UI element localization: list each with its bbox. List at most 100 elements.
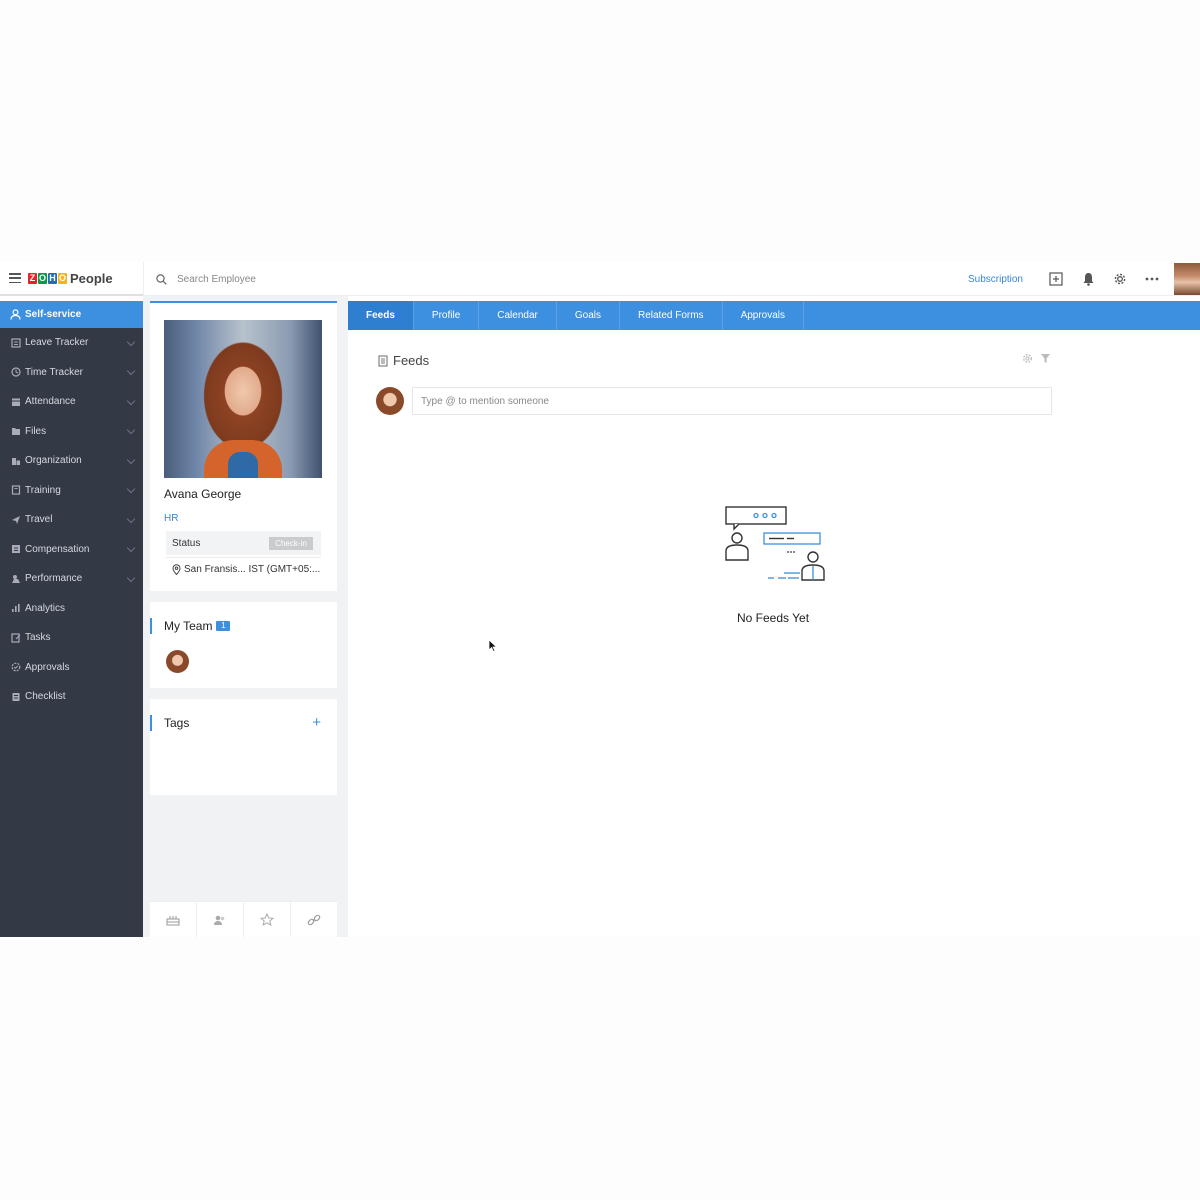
sidebar-item-label: Attendance xyxy=(25,396,76,408)
tasks-icon xyxy=(10,632,21,643)
location-row: San Fransis... IST (GMT+05:... xyxy=(166,557,321,581)
user-avatar[interactable] xyxy=(1174,263,1200,295)
sidebar-item-label: Files xyxy=(25,425,47,437)
main-content: Feeds Profile Calendar Goals Related For… xyxy=(348,301,1200,937)
search-bar xyxy=(143,262,543,296)
chevron-down-icon xyxy=(126,455,136,464)
tab-goals[interactable]: Goals xyxy=(557,301,620,330)
top-bar: Z O H O People Subscription xyxy=(0,262,1200,296)
post-composer xyxy=(376,387,1052,415)
sidebar-item-label: Organization xyxy=(25,455,82,467)
team-count-badge: 1 xyxy=(216,621,231,631)
composer-avatar xyxy=(376,387,404,415)
sidebar-item-training[interactable]: Training xyxy=(0,476,143,506)
empty-feeds-illustration xyxy=(725,506,825,581)
tags-card: Tags + xyxy=(150,699,337,795)
add-tag-button[interactable]: + xyxy=(312,715,321,731)
profile-bottom-bar xyxy=(150,901,337,937)
birthday-cake-icon[interactable] xyxy=(150,902,197,937)
location-pin-icon xyxy=(172,564,181,575)
feed-settings-icon[interactable] xyxy=(1022,353,1033,364)
zoho-logo-letter: Z xyxy=(28,272,37,284)
zoho-logo-letter: H xyxy=(48,272,57,284)
location-text: San Fransis... IST (GMT+05:... xyxy=(184,564,321,575)
bell-icon[interactable] xyxy=(1072,262,1104,296)
chevron-down-icon xyxy=(126,485,136,494)
sidebar-item-compensation[interactable]: Compensation xyxy=(0,535,143,565)
sidebar-item-label: Performance xyxy=(25,573,83,585)
money-icon xyxy=(10,544,21,555)
my-team-card: My Team 1 xyxy=(150,602,337,688)
top-right-actions: Subscription xyxy=(968,262,1200,296)
hamburger-menu-icon[interactable] xyxy=(9,273,21,283)
profile-card: Avana George HR Status Check-in San Fran… xyxy=(150,301,337,591)
chevron-down-icon xyxy=(126,514,136,523)
sidebar-item-analytics[interactable]: Analytics xyxy=(0,594,143,624)
sidebar-item-label: Travel xyxy=(25,514,53,526)
status-label: Status xyxy=(172,537,201,549)
feeds-header: Feeds xyxy=(378,353,429,368)
more-icon[interactable] xyxy=(1136,262,1168,296)
sidebar-item-label: Leave Tracker xyxy=(25,337,89,349)
bar-chart-icon xyxy=(10,603,21,614)
sidebar-item-approvals[interactable]: Approvals xyxy=(0,653,143,683)
search-input[interactable] xyxy=(177,273,477,285)
sidebar-item-time-tracker[interactable]: Time Tracker xyxy=(0,358,143,388)
sidebar-item-checklist[interactable]: Checklist xyxy=(0,682,143,712)
sidebar: Self-service Leave Tracker Time Tracker … xyxy=(0,301,143,937)
sidebar-item-attendance[interactable]: Attendance xyxy=(0,387,143,417)
team-member-avatar[interactable] xyxy=(166,650,189,673)
zoho-logo-letter: O xyxy=(58,272,67,284)
chevron-down-icon xyxy=(126,337,136,346)
sidebar-item-tasks[interactable]: Tasks xyxy=(0,623,143,653)
tags-label: Tags xyxy=(164,716,190,730)
sidebar-item-label: Training xyxy=(25,484,61,496)
sidebar-item-label: Time Tracker xyxy=(25,366,83,378)
chevron-down-icon xyxy=(126,573,136,582)
tab-profile[interactable]: Profile xyxy=(414,301,480,330)
my-team-label: My Team xyxy=(164,619,213,633)
sidebar-item-leave-tracker[interactable]: Leave Tracker xyxy=(0,328,143,358)
filter-icon[interactable] xyxy=(1040,353,1051,364)
check-in-button[interactable]: Check-in xyxy=(269,537,313,550)
my-team-title: My Team 1 xyxy=(150,618,231,634)
profile-column: Avana George HR Status Check-in San Fran… xyxy=(143,296,348,937)
approvals-icon xyxy=(10,662,21,673)
building-icon xyxy=(10,455,21,466)
team-users-icon[interactable] xyxy=(197,902,244,937)
profile-department[interactable]: HR xyxy=(164,513,178,524)
subscription-link[interactable]: Subscription xyxy=(968,274,1023,285)
tab-feeds[interactable]: Feeds xyxy=(348,301,414,330)
sidebar-item-self-service[interactable]: Self-service xyxy=(0,301,143,328)
sidebar-item-organization[interactable]: Organization xyxy=(0,446,143,476)
tab-approvals[interactable]: Approvals xyxy=(723,301,805,330)
sidebar-item-travel[interactable]: Travel xyxy=(0,505,143,535)
calendar-grid-icon xyxy=(10,396,21,407)
profile-photo[interactable] xyxy=(164,320,322,478)
sidebar-item-label: Checklist xyxy=(25,691,66,703)
sidebar-item-performance[interactable]: Performance xyxy=(0,564,143,594)
book-icon xyxy=(10,485,21,496)
mention-input[interactable] xyxy=(412,387,1052,415)
chevron-down-icon xyxy=(126,426,136,435)
tab-bar: Feeds Profile Calendar Goals Related For… xyxy=(348,301,1200,330)
user-icon xyxy=(10,309,21,320)
checklist-icon xyxy=(10,691,21,702)
tags-title: Tags xyxy=(150,715,189,731)
add-icon[interactable] xyxy=(1040,262,1072,296)
chevron-down-icon xyxy=(126,396,136,405)
tab-calendar[interactable]: Calendar xyxy=(479,301,557,330)
folder-icon xyxy=(10,426,21,437)
tab-related-forms[interactable]: Related Forms xyxy=(620,301,723,330)
chevron-down-icon xyxy=(126,367,136,376)
link-icon[interactable] xyxy=(291,902,337,937)
sidebar-item-label: Approvals xyxy=(25,661,70,673)
app-window: Z O H O People Subscription xyxy=(0,262,1200,937)
feeds-document-icon xyxy=(378,354,388,367)
empty-feeds-text: No Feeds Yet xyxy=(736,611,810,625)
performance-icon xyxy=(10,573,21,584)
sidebar-item-label: Tasks xyxy=(25,632,51,644)
sidebar-item-files[interactable]: Files xyxy=(0,417,143,447)
gear-icon[interactable] xyxy=(1104,262,1136,296)
star-icon[interactable] xyxy=(244,902,291,937)
